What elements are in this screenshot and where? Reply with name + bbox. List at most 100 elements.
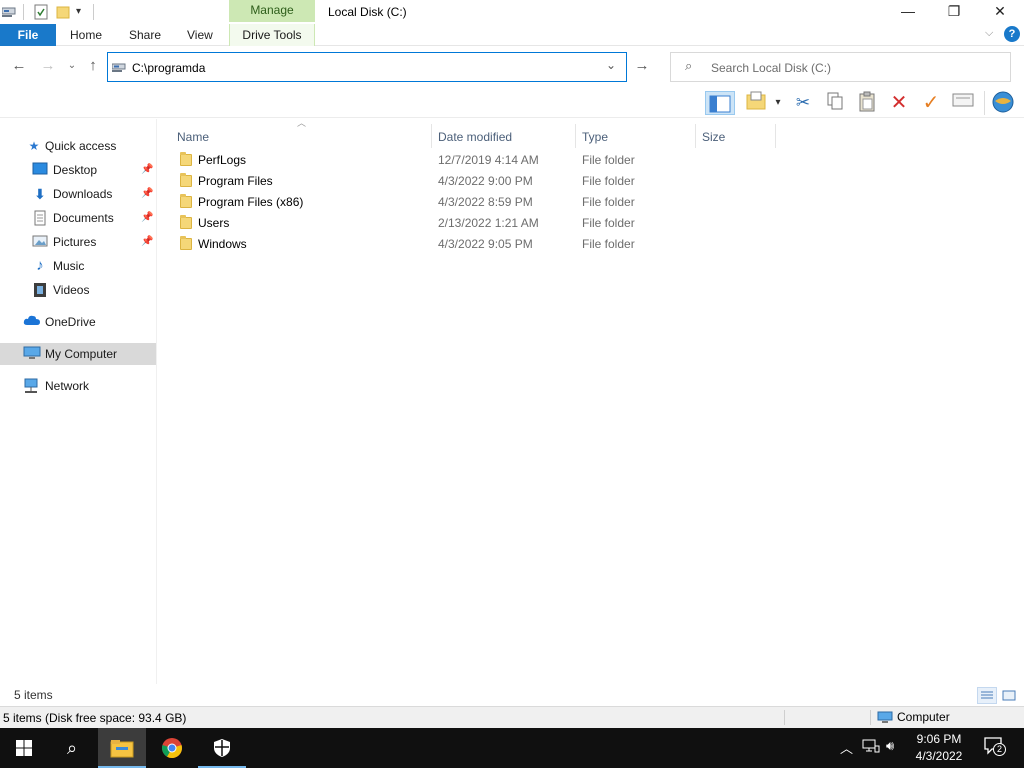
notifications-icon[interactable]: 2 [983, 736, 1006, 759]
new-folder-icon[interactable] [56, 4, 70, 20]
onedrive-cloud-icon [23, 314, 40, 330]
videos-icon [32, 282, 48, 298]
table-row[interactable]: PerfLogs 12/7/2019 4:14 AM File folder [176, 150, 796, 171]
search-input[interactable] [711, 59, 1001, 77]
status-location: Computer [897, 710, 950, 724]
status-divider [870, 710, 871, 725]
drive-icon [112, 63, 126, 72]
navigation-pane-icon[interactable] [705, 91, 735, 115]
paste-icon[interactable] [855, 91, 879, 115]
table-row[interactable]: Program Files (x86) 4/3/2022 8:59 PM Fil… [176, 192, 796, 213]
recent-locations-icon[interactable]: ⌄ [63, 57, 81, 75]
music-icon: ♪ [36, 257, 44, 274]
table-row[interactable]: Windows 4/3/2022 9:05 PM File folder [176, 234, 796, 255]
file-type: File folder [582, 216, 635, 230]
details-view-icon[interactable] [977, 687, 997, 704]
up-icon[interactable]: ↑ [84, 57, 102, 75]
network-globe-icon[interactable] [991, 91, 1015, 115]
sidebar-item-my-computer[interactable]: My Computer [0, 343, 156, 365]
file-type: File folder [582, 153, 635, 167]
close-button[interactable]: ✕ [977, 0, 1023, 24]
status-divider [784, 710, 785, 725]
qat-divider [23, 4, 24, 20]
file-date: 4/3/2022 9:05 PM [438, 237, 533, 251]
status-bar: 5 items (Disk free space: 93.4 GB) Compu… [0, 706, 1024, 728]
sidebar-item-quick-access[interactable]: ★ Quick access [0, 135, 156, 157]
sidebar-item-pictures[interactable]: Pictures 📌 [0, 231, 156, 253]
column-header-label: Date modified [438, 130, 513, 144]
properties-icon[interactable] [951, 91, 975, 115]
network-status-icon[interactable] [862, 738, 880, 757]
computer-icon [23, 346, 41, 362]
ribbon-tabs: File Home Share View Drive Tools ⌵ ? [0, 24, 1024, 46]
customize-qat-icon[interactable]: ▾ [76, 4, 86, 20]
sidebar-item-label: Downloads [53, 187, 113, 201]
folder-icon [180, 194, 192, 208]
address-bar[interactable]: ⌄ [107, 52, 627, 82]
forward-icon[interactable]: → [39, 57, 57, 75]
address-dropdown-icon[interactable]: ⌄ [606, 58, 616, 72]
file-name: Program Files [198, 174, 273, 188]
tab-share[interactable]: Share [129, 28, 161, 42]
items-bar: 5 items [0, 684, 1024, 706]
windows-security-icon[interactable] [198, 728, 246, 768]
delete-icon[interactable]: ✕ [887, 91, 911, 115]
folder-icon [180, 173, 192, 187]
properties-icon[interactable] [33, 4, 49, 20]
column-header-size[interactable]: Size [696, 124, 776, 148]
sidebar-item-videos[interactable]: Videos [0, 279, 156, 301]
tab-file[interactable]: File [0, 24, 56, 46]
computer-icon [877, 711, 893, 723]
copy-icon[interactable] [823, 91, 847, 115]
table-row[interactable]: Program Files 4/3/2022 9:00 PM File fold… [176, 171, 796, 192]
manage-context-tab[interactable]: Manage [229, 0, 315, 22]
column-header-date-modified[interactable]: Date modified [432, 124, 576, 148]
sidebar-item-desktop[interactable]: Desktop 📌 [0, 159, 156, 181]
toolbar-divider [984, 91, 985, 115]
clock[interactable]: 9:06 PM 4/3/2022 [904, 731, 974, 765]
search-icon[interactable]: ⌕ [48, 728, 96, 768]
column-header-label: Size [702, 130, 726, 144]
sidebar-item-network[interactable]: Network [0, 375, 156, 397]
search-box[interactable]: ⌕ [670, 52, 1011, 82]
table-row[interactable]: Users 2/13/2022 1:21 AM File folder [176, 213, 796, 234]
drive-icon[interactable] [2, 4, 16, 20]
minimize-button[interactable]: — [885, 0, 931, 24]
tab-drive-tools[interactable]: Drive Tools [229, 24, 315, 46]
restore-button[interactable]: ❐ [931, 0, 977, 24]
sidebar-item-music[interactable]: ♪ Music [0, 255, 156, 277]
back-icon[interactable]: ← [10, 57, 28, 75]
sidebar-item-documents[interactable]: Documents 📌 [0, 207, 156, 229]
column-header-name[interactable]: Name [171, 124, 432, 148]
network-icon [23, 378, 39, 394]
go-icon[interactable]: → [633, 57, 651, 75]
sidebar-item-label: Music [53, 259, 85, 273]
chrome-icon[interactable] [148, 728, 196, 768]
pictures-icon [32, 234, 48, 250]
pin-icon: 📌 [141, 164, 154, 175]
file-explorer-icon[interactable] [98, 728, 146, 768]
sidebar-item-downloads[interactable]: ⬇ Downloads 📌 [0, 183, 156, 205]
column-header-type[interactable]: Type [576, 124, 696, 148]
sidebar-item-label: OneDrive [45, 315, 96, 329]
help-icon[interactable]: ? [1004, 26, 1020, 42]
address-input[interactable] [132, 59, 602, 77]
new-item-dropdown-icon[interactable]: ▾ [771, 91, 785, 115]
toolbar: ▾ ✂ ✕ ✓ [0, 88, 1024, 118]
volume-icon[interactable]: 🔊︎ [886, 738, 894, 754]
pin-icon: 📌 [141, 236, 154, 247]
expand-ribbon-icon[interactable]: ⌵ [985, 27, 993, 40]
show-hidden-icons-icon[interactable]: ︿ [840, 738, 853, 757]
large-icons-view-icon[interactable] [1000, 687, 1018, 704]
rename-check-icon[interactable]: ✓ [919, 91, 943, 115]
tab-home[interactable]: Home [70, 28, 102, 42]
tab-view[interactable]: View [187, 28, 213, 42]
start-windows-icon[interactable] [0, 728, 48, 768]
new-folder-icon[interactable] [745, 91, 769, 115]
folder-icon [180, 236, 192, 250]
sidebar-item-label: Videos [53, 283, 90, 297]
file-date: 4/3/2022 8:59 PM [438, 195, 533, 209]
file-name: PerfLogs [198, 153, 247, 167]
cut-icon[interactable]: ✂ [791, 91, 815, 115]
sidebar-item-onedrive[interactable]: OneDrive [0, 311, 156, 333]
